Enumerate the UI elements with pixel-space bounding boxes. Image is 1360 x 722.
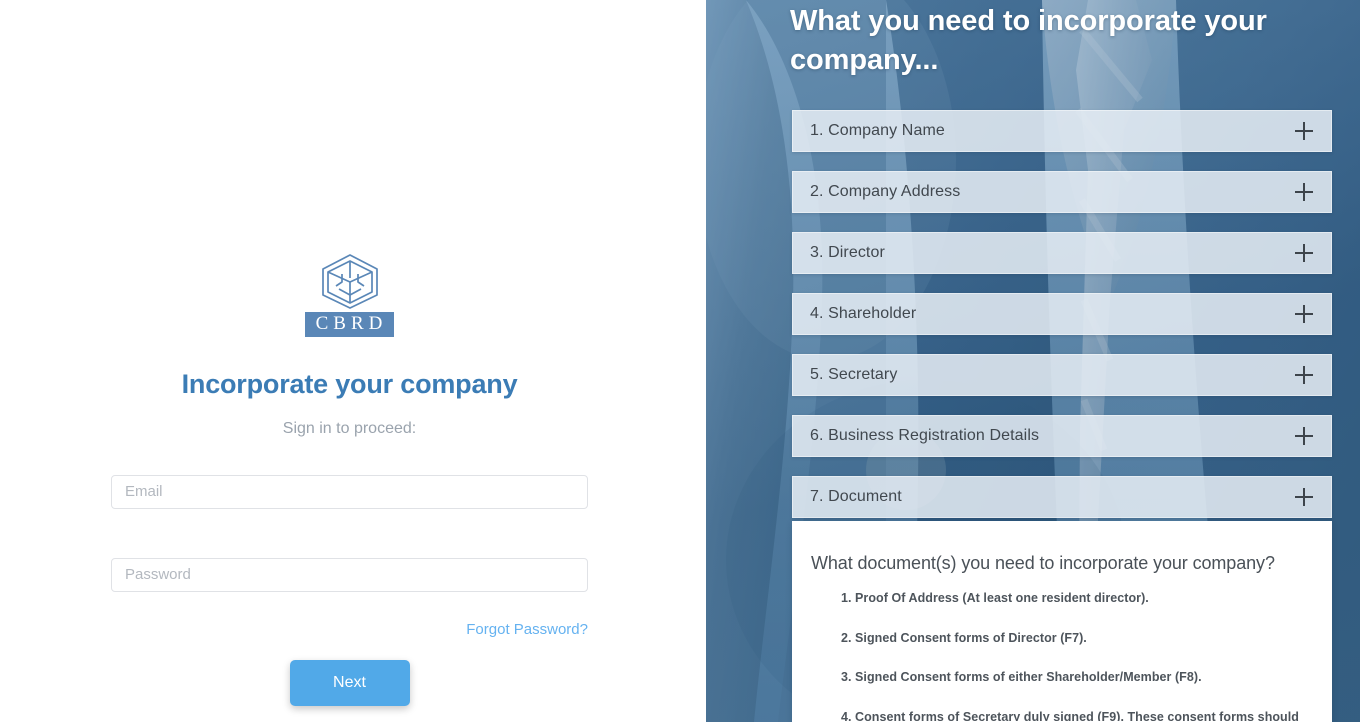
plus-icon[interactable] [1295, 427, 1313, 445]
forgot-password-link[interactable]: Forgot Password? [466, 621, 588, 638]
accordion-label: 3. Director [810, 244, 885, 261]
plus-icon[interactable] [1295, 488, 1313, 506]
info-title: What you need to incorporate your compan… [790, 5, 1267, 77]
accordion-item-document[interactable]: 7. Document [792, 476, 1332, 518]
forgot-password-row: Forgot Password? [111, 621, 588, 639]
signin-subtitle: Sign in to proceed: [282, 419, 417, 437]
accordion-label: 4. Shareholder [810, 305, 917, 322]
accordion-item-company-address[interactable]: 2. Company Address [792, 171, 1332, 213]
cbrd-cube-logo-icon [321, 254, 378, 309]
accordion-item-director[interactable]: 3. Director [792, 232, 1332, 274]
accordion-item-secretary[interactable]: 5. Secretary [792, 354, 1332, 396]
brand-block: CBRD [111, 252, 588, 337]
signin-page: CBRD Incorporate your company Sign in to… [0, 0, 1360, 722]
accordion-label: 6. Business Registration Details [810, 427, 1040, 444]
submit-row: Next [111, 659, 588, 706]
accordion-label: 5. Secretary [810, 366, 898, 383]
plus-icon[interactable] [1295, 244, 1313, 262]
plus-icon[interactable] [1295, 305, 1313, 323]
plus-icon[interactable] [1295, 366, 1313, 384]
document-panel-question: What document(s) you need to incorporate… [811, 553, 1275, 573]
list-item: 4. Consent forms of Secretary duly signe… [841, 709, 1299, 722]
login-pane: CBRD Incorporate your company Sign in to… [0, 0, 706, 722]
accordion-label: 2. Company Address [810, 183, 961, 200]
accordion-item-shareholder[interactable]: 4. Shareholder [792, 293, 1332, 335]
brand-wordmark: CBRD [304, 312, 395, 337]
list-item: 2. Signed Consent forms of Director (F7)… [841, 630, 1087, 645]
document-panel: What document(s) you need to incorporate… [792, 521, 1332, 722]
plus-icon[interactable] [1295, 183, 1313, 201]
accordion-item-business-registration-details[interactable]: 6. Business Registration Details [792, 415, 1332, 457]
page-title: Incorporate your company [181, 368, 518, 399]
document-requirements-list: 1. Proof Of Address (At least one reside… [811, 591, 1309, 722]
accordion-label: 1. Company Name [810, 122, 945, 139]
info-pane: What you need to incorporate your compan… [706, 0, 1360, 722]
next-button[interactable]: Next [289, 659, 410, 706]
list-item: 1. Proof Of Address (At least one reside… [841, 591, 1149, 605]
email-input[interactable] [111, 474, 588, 509]
plus-icon[interactable] [1295, 122, 1313, 140]
password-input[interactable] [111, 557, 588, 592]
accordion-label: 7. Document [810, 488, 902, 505]
login-form: CBRD Incorporate your company Sign in to… [111, 252, 588, 706]
requirements-accordion: 1. Company Name 2. Company Address 3. Di… [792, 110, 1332, 537]
accordion-item-company-name[interactable]: 1. Company Name [792, 110, 1332, 152]
list-item: 3. Signed Consent forms of either Shareh… [841, 670, 1202, 685]
